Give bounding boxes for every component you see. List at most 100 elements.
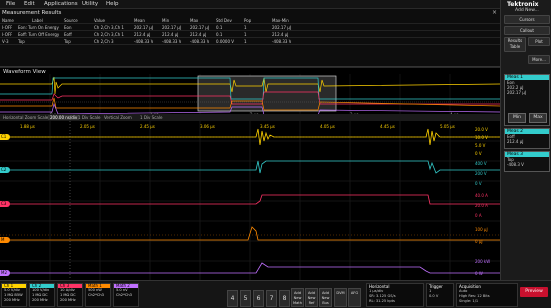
- cell: 212.4 µJ: [272, 32, 289, 37]
- cell: 0.1: [216, 25, 223, 30]
- col-max: Max: [190, 18, 199, 23]
- col-stddev: Std Dev: [216, 18, 232, 23]
- meas1-detail: 202.17 µJ: [507, 90, 526, 95]
- math1-marker[interactable]: M: [0, 237, 10, 243]
- channel-5-button[interactable]: 5: [240, 290, 251, 307]
- menu-edit[interactable]: Edit: [24, 1, 35, 7]
- time-tick: 2.05 µs: [80, 124, 95, 129]
- menu-file[interactable]: File: [6, 1, 15, 7]
- zoom-div-label[interactable]: 1 Div Scale: [78, 115, 100, 120]
- cell: Top: [18, 39, 25, 44]
- cell: Eoff: [64, 32, 72, 37]
- cell: 0.0000 V: [216, 39, 235, 44]
- scale-label: 0 µJ: [475, 239, 483, 244]
- waveform-plot[interactable]: C1 C2 C3 M M2 1.88 µs 2.05 µs 2.45 µs 3.…: [0, 121, 500, 280]
- right-sidebar: Tektronix Add New... Cursors Callout Res…: [500, 0, 551, 280]
- zoom-controls-bar: Horizontal Zoom Scale 200.00 ns/div 1 Di…: [0, 114, 500, 121]
- table-row[interactable]: I-OFF Eoff: Turn Off Energy Eoff Ch 2,Ch…: [0, 31, 500, 38]
- scale-label: 5.0 V: [475, 143, 486, 148]
- cell: 212.4 µJ: [162, 32, 179, 37]
- zoom-scale-label: Horizontal Zoom Scale: [3, 115, 49, 120]
- acquisition-badge[interactable]: Acquisition Auto High Res: 12 Bits Singl…: [456, 283, 518, 307]
- channel-8-button[interactable]: 8: [279, 290, 290, 307]
- waveform-overview[interactable]: Waveform View 0 s 1 µs 2 µs 3 µs 4 µs: [0, 67, 500, 121]
- table-row[interactable]: V-3 Top Top Ch 2,Ch 3 -408.33 V -408.33 …: [0, 38, 500, 45]
- cell: 0.1: [216, 32, 223, 37]
- cell: 202.17 µJ: [162, 25, 181, 30]
- menu-utility[interactable]: Utility: [82, 1, 98, 7]
- math2-marker[interactable]: M2: [0, 270, 10, 276]
- ch1-badge[interactable]: Ch 1 5.0 V/div 1 MΩ B5W 200 MHz: [1, 283, 27, 307]
- brand-logo: Tektronix: [507, 1, 539, 8]
- time-tick: 4.45 µs: [380, 124, 395, 129]
- meas2-value: 212.4 µJ: [507, 139, 524, 144]
- col-pop: Pop: [244, 18, 252, 23]
- ch3-bandwidth: 200 MHz: [60, 298, 76, 302]
- cell: Top: [64, 39, 71, 44]
- scale-label: 20.0 V: [475, 127, 488, 132]
- cell: Ch 2,Ch 3,Ch 1: [94, 25, 124, 30]
- add-new-math-button[interactable]: Add New Math: [291, 288, 304, 307]
- menu-help[interactable]: Help: [106, 1, 119, 7]
- cell: V-3: [2, 39, 9, 44]
- cell: 1: [244, 25, 247, 30]
- cell: Ch 2,Ch 3,Ch 1: [94, 32, 124, 37]
- horizontal-badge[interactable]: Horizontal 1 µs/div SR: 3.125 GS/s RL: 3…: [366, 283, 424, 307]
- time-tick: 2.45 µs: [140, 124, 155, 129]
- ch3-marker[interactable]: C3: [0, 201, 10, 207]
- channel-4-button[interactable]: 4: [227, 290, 238, 307]
- ch1-marker[interactable]: C1: [0, 134, 10, 140]
- close-icon[interactable]: ×: [492, 9, 497, 16]
- dvm-button[interactable]: DVM: [334, 288, 347, 307]
- measurement-results-panel: Measurement Results × Name Label Source …: [0, 9, 500, 67]
- scale-label: 400 V: [475, 161, 487, 166]
- col-label: Label: [32, 18, 43, 23]
- results-table-button[interactable]: Results Table: [504, 37, 526, 52]
- ch2-marker[interactable]: C2: [0, 167, 10, 173]
- add-new-bus-button[interactable]: Add New Bus: [319, 288, 332, 307]
- acquisition-count: Single: 1/1: [459, 299, 479, 303]
- vertical-zoom-value[interactable]: 1 Div Scale: [140, 115, 162, 120]
- channel-6-button[interactable]: 6: [253, 290, 264, 307]
- scale-label: 20.0 A: [475, 203, 488, 208]
- add-new-ref-button[interactable]: Add New Ref: [305, 288, 318, 307]
- channel-7-button[interactable]: 7: [266, 290, 277, 307]
- col-mean: Mean: [134, 18, 145, 23]
- scale-label: 0 W: [475, 271, 483, 276]
- cell: -408.33 V: [134, 39, 154, 44]
- cursors-button[interactable]: Cursors: [504, 15, 550, 24]
- meas1-card[interactable]: Meas 1 Eon 202.2 µJ 202.17 µJ Min Max: [504, 74, 550, 126]
- cell: Eon: [64, 25, 72, 30]
- ch3-badge[interactable]: Ch 3 10 A/div 1 MΩ DC 200 MHz: [57, 283, 83, 307]
- callout-button[interactable]: Callout: [504, 26, 550, 35]
- plot-button[interactable]: Plot: [528, 37, 550, 46]
- zoom-scale-value[interactable]: 200.00 ns/div: [48, 115, 80, 120]
- cell: -408.33 V: [272, 39, 292, 44]
- col-source: Source: [64, 18, 78, 23]
- cell: 202.17 µJ: [190, 25, 209, 30]
- max-button[interactable]: Max: [529, 113, 547, 123]
- meas3-value: -408.3 V: [507, 162, 524, 167]
- more-button[interactable]: More...: [528, 55, 550, 64]
- cell: 1: [244, 32, 247, 37]
- cell: 202.17 µJ: [134, 25, 153, 30]
- ch2-badge[interactable]: Ch 2 100 V/div 1 MΩ DC 200 MHz: [29, 283, 55, 307]
- cell: -408.33 V: [162, 39, 182, 44]
- trigger-badge[interactable]: Trigger 1 0.0 V: [426, 283, 454, 307]
- scale-label: 10.0 V: [475, 135, 488, 140]
- meas3-card[interactable]: Meas 3 Top -408.3 V: [504, 151, 550, 172]
- afg-button[interactable]: AFG: [348, 288, 361, 307]
- min-button[interactable]: Min: [508, 113, 526, 123]
- meas2-card[interactable]: Meas 2 Eoff 212.4 µJ: [504, 128, 550, 149]
- cell: I-OFF: [2, 25, 13, 30]
- menu-applications[interactable]: Applications: [44, 1, 78, 7]
- table-row[interactable]: I-OFF Eon: Turn On Energy Eon Ch 2,Ch 3,…: [0, 24, 500, 31]
- plot-traces: [0, 121, 500, 280]
- math1-badge[interactable]: Math 1 500 nW Ch2*Ch3: [85, 283, 111, 307]
- add-new-label: Add New...: [515, 8, 539, 13]
- math2-badge[interactable]: Math 2 5.0 nV Ch2*Ch3: [113, 283, 139, 307]
- cell: 212.4 µJ: [134, 32, 151, 37]
- col-maxmin: Max-Min: [272, 18, 289, 23]
- preview-button[interactable]: Preview: [520, 287, 548, 297]
- cell: I-OFF: [2, 32, 13, 37]
